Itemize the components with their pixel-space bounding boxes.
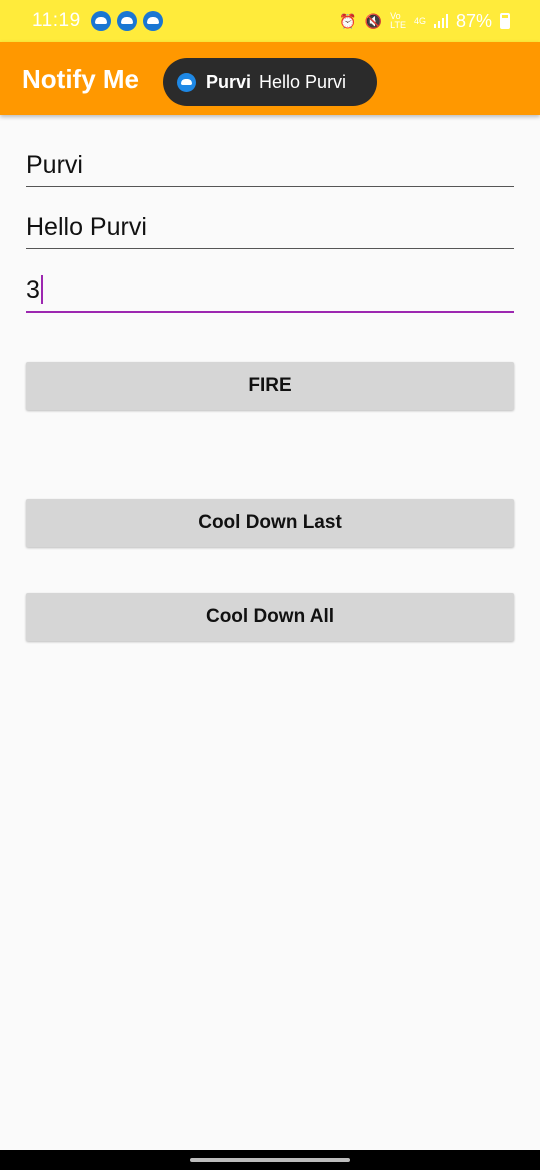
main-content: Purvi Hello Purvi 3 FIRE Cool Down Last … bbox=[0, 115, 540, 1150]
battery-percent: 87% bbox=[455, 10, 492, 31]
text-cursor bbox=[40, 274, 43, 304]
status-bar: 11:19 ⏰ 🔇 Vo LTE 4G 87% bbox=[0, 0, 540, 42]
mute-icon: 🔇 bbox=[364, 12, 383, 29]
count-input[interactable]: 3 bbox=[26, 274, 514, 313]
toast-text: Purvi Hello Purvi bbox=[206, 72, 346, 93]
status-right: ⏰ 🔇 Vo LTE 4G 87% bbox=[339, 11, 510, 32]
fire-button[interactable]: FIRE bbox=[26, 362, 514, 410]
app-bar: Notify Me Purvi Hello Purvi bbox=[0, 42, 540, 115]
navigation-bar bbox=[0, 1150, 540, 1170]
notification-toast[interactable]: Purvi Hello Purvi bbox=[163, 58, 377, 106]
volte-icon: Vo LTE bbox=[390, 11, 406, 30]
app-icon bbox=[177, 72, 196, 92]
title-input[interactable]: Purvi bbox=[26, 151, 514, 187]
message-input-value: Hello Purvi bbox=[26, 213, 147, 241]
home-gesture-handle[interactable] bbox=[190, 1158, 350, 1162]
app-notification-icon bbox=[90, 11, 111, 31]
battery-icon bbox=[500, 13, 510, 29]
status-time: 11:19 bbox=[32, 10, 81, 31]
toast-message: Hello Purvi bbox=[259, 71, 347, 92]
title-input-value: Purvi bbox=[26, 151, 83, 179]
message-input[interactable]: Hello Purvi bbox=[26, 213, 514, 249]
network-4g-icon: 4G bbox=[413, 16, 426, 26]
app-notification-icon bbox=[116, 11, 137, 31]
signal-icon bbox=[433, 14, 448, 28]
toast-title: Purvi bbox=[206, 71, 252, 92]
alarm-icon: ⏰ bbox=[339, 12, 357, 29]
status-left: 11:19 bbox=[32, 10, 163, 32]
app-title: Notify Me bbox=[22, 64, 139, 94]
cool-down-last-button[interactable]: Cool Down Last bbox=[26, 499, 514, 547]
app-notification-icon bbox=[142, 11, 163, 31]
count-input-value: 3 bbox=[26, 276, 40, 304]
cool-down-all-button[interactable]: Cool Down All bbox=[26, 593, 514, 641]
